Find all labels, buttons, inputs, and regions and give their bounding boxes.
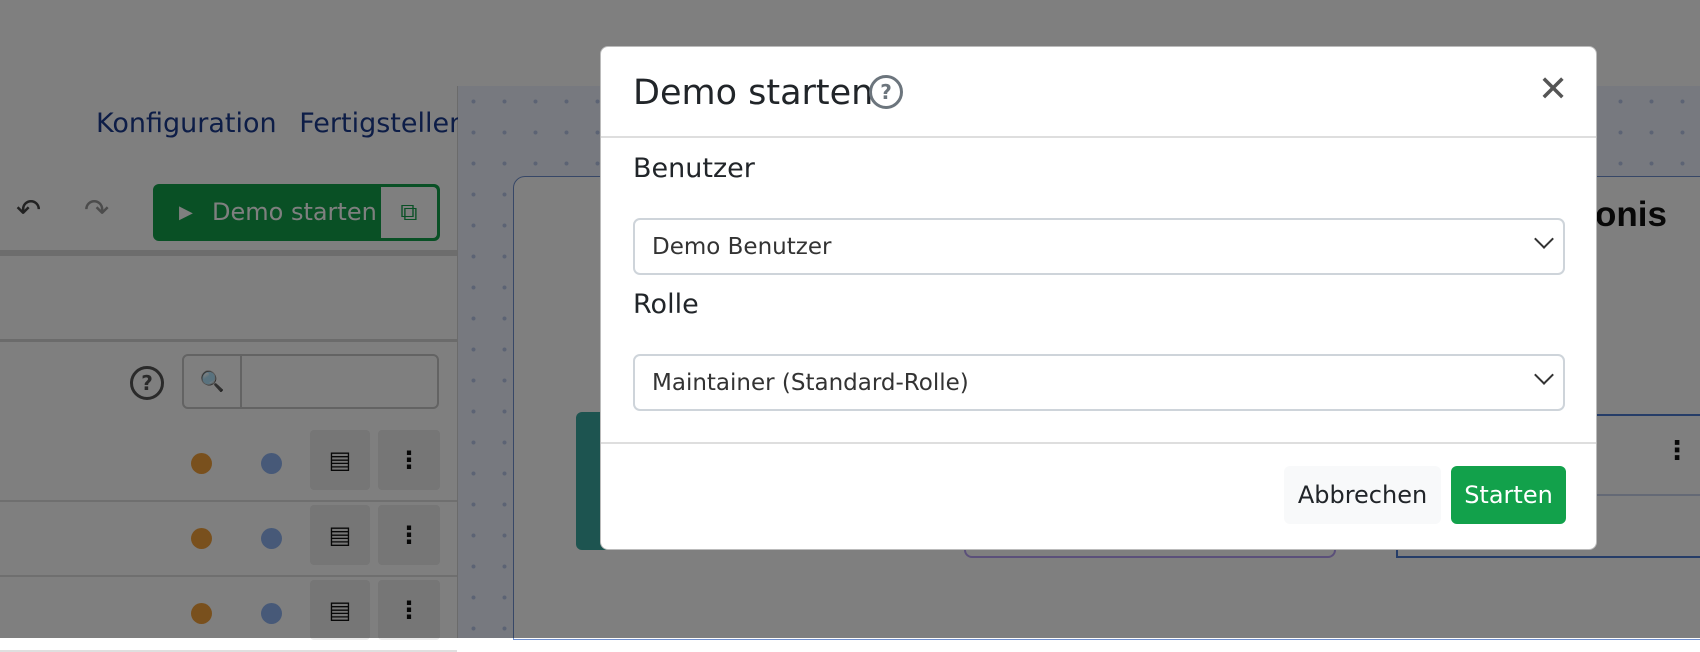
chevron-down-icon — [1534, 365, 1554, 385]
demo-start-dialog: Demo starten ? ✕ Benutzer Demo Benutzer … — [600, 46, 1597, 550]
user-label: Benutzer — [633, 153, 755, 184]
close-icon[interactable]: ✕ — [1538, 69, 1568, 110]
modal-header: Demo starten ? ✕ — [601, 47, 1596, 138]
role-select[interactable]: Maintainer (Standard-Rolle) — [633, 354, 1565, 411]
user-select-value: Demo Benutzer — [652, 234, 832, 260]
role-label: Rolle — [633, 289, 699, 320]
chevron-down-icon — [1534, 229, 1554, 249]
help-icon[interactable]: ? — [869, 75, 903, 109]
modal-footer: Abbrechen Starten — [601, 442, 1596, 549]
start-button[interactable]: Starten — [1451, 466, 1566, 524]
user-select[interactable]: Demo Benutzer — [633, 218, 1565, 275]
modal-title: Demo starten — [633, 73, 874, 113]
role-select-value: Maintainer (Standard-Rolle) — [652, 370, 969, 396]
cancel-button[interactable]: Abbrechen — [1284, 466, 1441, 524]
